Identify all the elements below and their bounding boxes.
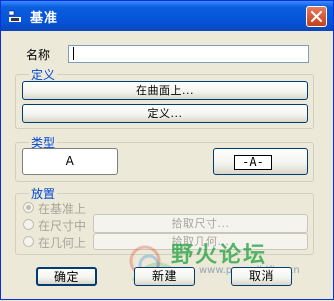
type-a-button[interactable]: A [22, 148, 118, 175]
on-datum-label: 在基准上 [38, 202, 87, 216]
cancel-button[interactable]: 取消 [231, 267, 292, 286]
on-datum-radio[interactable] [23, 202, 34, 213]
close-icon [311, 11, 322, 22]
new-button[interactable]: 新建 [134, 267, 195, 286]
title-bar[interactable]: 基准 [1, 1, 333, 31]
in-dimension-radio[interactable] [23, 219, 34, 230]
text-caret [73, 47, 74, 60]
close-button[interactable] [306, 6, 327, 27]
type-boxed-a-label: -A- [234, 155, 272, 170]
on-geometry-radio[interactable] [23, 236, 34, 247]
on-surface-button[interactable]: 在曲面上... [22, 81, 308, 100]
datum-icon [8, 9, 23, 23]
dialog-title: 基准 [30, 11, 59, 26]
ok-button[interactable]: 确定 [36, 267, 97, 286]
datum-dialog: 基准 名称 定义 在曲面上... 定义... 类型 A -A- 放置 在基准上 … [0, 0, 334, 300]
name-input[interactable] [68, 45, 309, 63]
in-dimension-label: 在尺寸中 [38, 219, 87, 233]
name-label: 名称 [26, 48, 51, 62]
define-button[interactable]: 定义... [22, 104, 308, 123]
on-geometry-label: 在几何上 [38, 236, 87, 250]
